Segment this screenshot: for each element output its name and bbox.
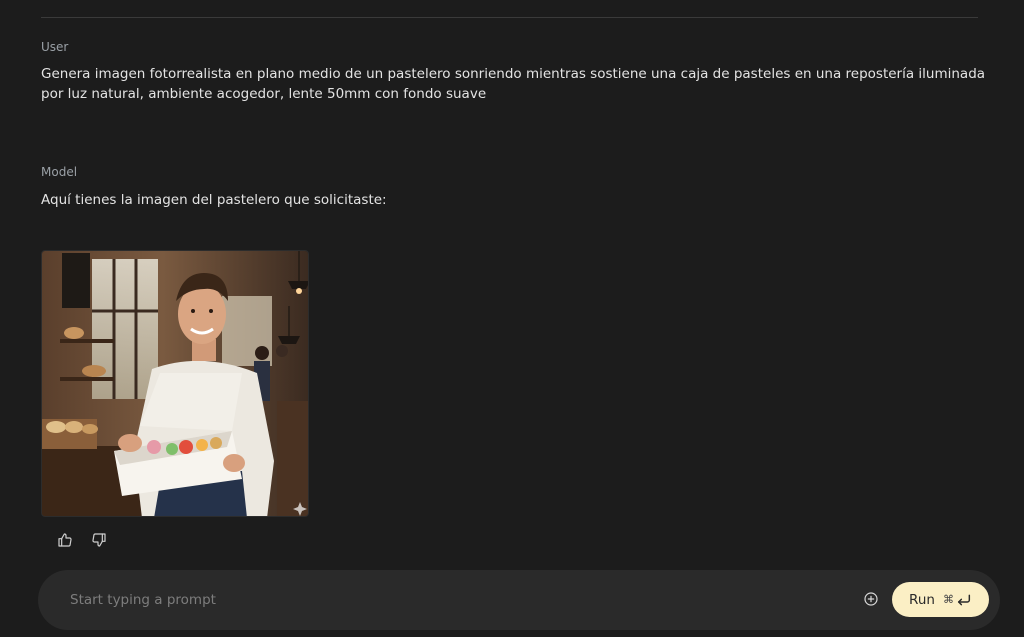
user-message: Genera imagen fotorrealista en plano med… [41, 66, 986, 102]
run-label: Run [909, 591, 935, 608]
enter-arrow-icon [957, 594, 971, 605]
prompt-input[interactable] [70, 590, 850, 610]
run-shortcut: ⌘ [943, 593, 972, 607]
thumbs-down-icon[interactable] [89, 530, 109, 550]
model-message: Aquí tienes la imagen del pastelero que … [41, 192, 387, 208]
chat-app: User Genera imagen fotorrealista en plan… [0, 0, 1024, 637]
run-button[interactable]: Run ⌘ [892, 582, 989, 617]
model-role-label: Model [41, 165, 78, 179]
top-divider [41, 17, 978, 18]
plus-circle-icon[interactable] [862, 590, 880, 608]
generated-image[interactable] [41, 250, 309, 517]
prompt-bar: Run ⌘ [38, 570, 1000, 630]
user-role-label: User [41, 40, 69, 54]
pastry-chef-image [42, 251, 308, 516]
thumbs-up-icon[interactable] [55, 530, 75, 550]
command-key-label: ⌘ [942, 593, 954, 606]
